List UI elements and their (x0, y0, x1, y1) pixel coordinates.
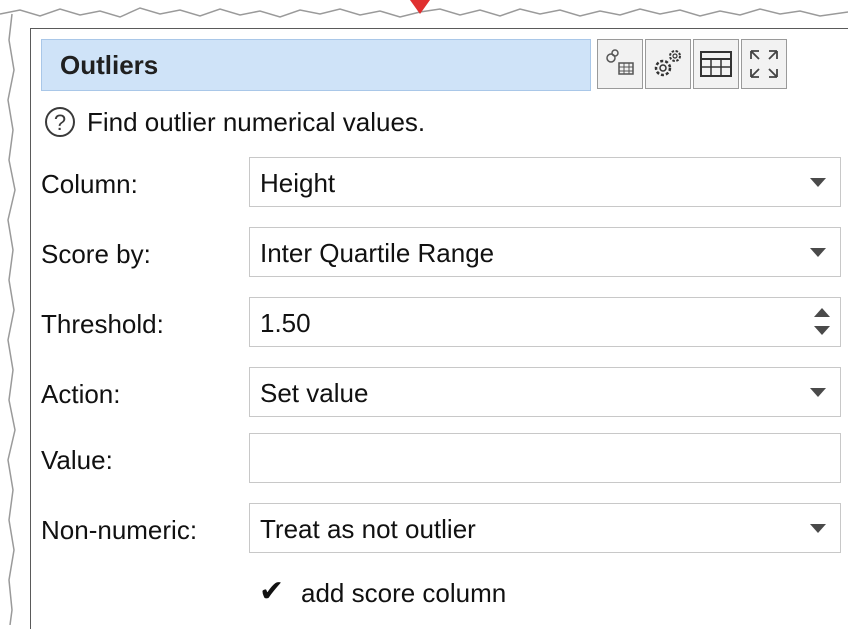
outliers-panel: Outliers ? Find outlier numerical values… (30, 28, 848, 629)
score-by-dropdown[interactable]: Inter Quartile Range (249, 227, 841, 277)
non-numeric-row: Non-numeric: Treat as not outlier (31, 503, 848, 557)
link-table-icon (606, 49, 634, 75)
column-row: Column: Height (31, 157, 848, 211)
settings-gears-icon (654, 50, 681, 77)
checkmark-icon[interactable]: ✔ (259, 574, 284, 609)
add-score-column-checkbox[interactable]: ✔ add score column (249, 574, 649, 614)
chevron-down-icon (810, 178, 826, 187)
threshold-label: Threshold: (41, 309, 164, 339)
action-row: Action: Set value (31, 367, 848, 421)
link-table-button[interactable] (597, 39, 643, 89)
chevron-down-icon (810, 388, 826, 397)
chevron-down-icon (810, 248, 826, 257)
column-label: Column: (41, 169, 138, 199)
value-label: Value: (41, 445, 113, 475)
score-by-row: Score by: Inter Quartile Range (31, 227, 848, 281)
table-view-button[interactable] (693, 39, 739, 89)
panel-title-box: Outliers (41, 39, 591, 91)
non-numeric-value: Treat as not outlier (260, 514, 476, 544)
help-row: ? Find outlier numerical values. (41, 107, 821, 147)
panel-title: Outliers (60, 50, 159, 80)
non-numeric-dropdown[interactable]: Treat as not outlier (249, 503, 841, 553)
action-value: Set value (260, 378, 369, 408)
score-by-value: Inter Quartile Range (260, 238, 495, 268)
table-icon (700, 51, 732, 77)
add-score-column-label: add score column (301, 578, 507, 608)
panel-header: Outliers (41, 39, 841, 93)
non-numeric-label: Non-numeric: (41, 515, 198, 545)
threshold-row: Threshold: 1.50 (31, 297, 848, 351)
score-by-label: Score by: (41, 239, 151, 269)
expand-icon (750, 50, 778, 78)
column-value: Height (260, 168, 336, 198)
threshold-spinner[interactable]: 1.50 (249, 297, 841, 347)
value-input[interactable] (249, 433, 841, 483)
action-dropdown[interactable]: Set value (249, 367, 841, 417)
expand-button[interactable] (741, 39, 787, 89)
chevron-down-icon (810, 524, 826, 533)
settings-button[interactable] (645, 39, 691, 89)
action-label: Action: (41, 379, 121, 409)
threshold-value: 1.50 (260, 308, 311, 338)
value-row: Value: (31, 433, 848, 487)
column-dropdown[interactable]: Height (249, 157, 841, 207)
spin-up-icon[interactable] (814, 308, 830, 317)
help-icon[interactable]: ? (45, 107, 75, 137)
help-text: Find outlier numerical values. (87, 107, 426, 137)
spin-down-icon[interactable] (814, 326, 830, 335)
